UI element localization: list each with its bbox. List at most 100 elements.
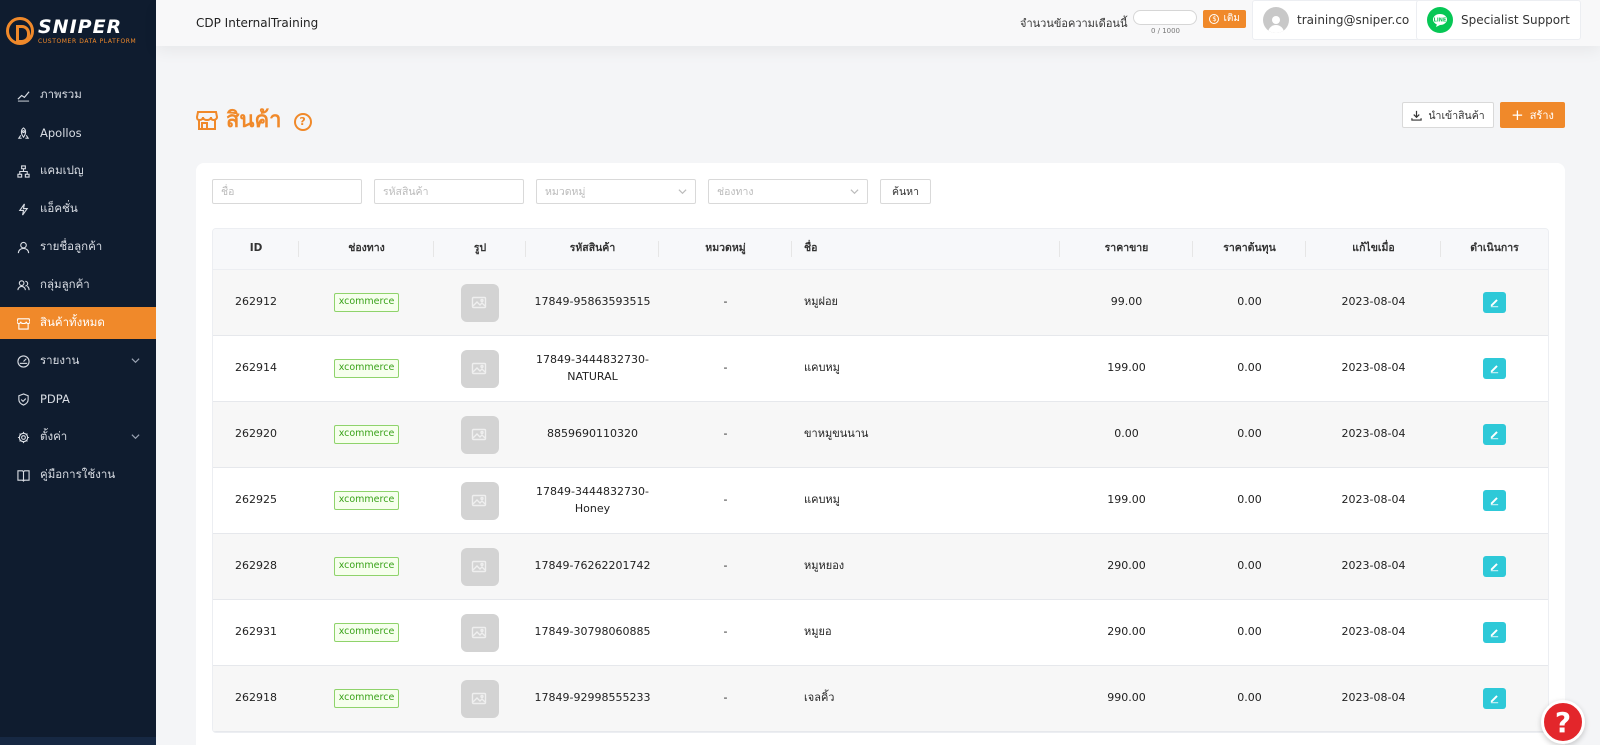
user-avatar-icon	[1268, 16, 1284, 33]
sidebar-item-2[interactable]: แคมเปญ	[0, 152, 156, 190]
help-icon[interactable]: ?	[293, 112, 312, 131]
cell-code: 17849-95863593515	[534, 295, 651, 309]
import-products-button[interactable]: นำเข้าสินค้า	[1402, 102, 1494, 128]
logo-icon	[6, 17, 34, 45]
coin-icon: $	[1209, 13, 1220, 24]
cell-id: 262912	[235, 295, 277, 309]
brand-name: SNIPER	[38, 15, 123, 38]
edit-button[interactable]	[1483, 358, 1506, 379]
user-menu[interactable]: training@sniper.co	[1252, 0, 1421, 40]
sidebar-item-7[interactable]: รายงาน	[0, 342, 156, 380]
cell-cost: 0.00	[1237, 427, 1262, 441]
page-title-text: สินค้า	[226, 108, 282, 133]
edit-button[interactable]	[1483, 556, 1506, 577]
sidebar-item-9[interactable]: ตั้งค่า	[0, 418, 156, 456]
sidebar-item-label: PDPA	[40, 392, 70, 406]
cell-name: แคบหมู	[804, 493, 840, 507]
download-icon	[1411, 110, 1423, 121]
cell-name: แคบหมู	[804, 361, 840, 375]
dashboard-icon	[16, 354, 30, 368]
create-product-button[interactable]: + สร้าง	[1500, 102, 1565, 128]
cell-price: 990.00	[1107, 691, 1146, 705]
col-header-channel: ช่องทาง	[299, 229, 434, 269]
sidebar-item-0[interactable]: ภาพรวม	[0, 76, 156, 114]
table-row: 262918 xcommerce 17849-92998555233 - เจลคิ้ว…	[213, 666, 1548, 732]
edit-icon	[1490, 497, 1499, 506]
table-body: 262912 xcommerce 17849-95863593515 - หมูฝอย 9…	[213, 270, 1548, 732]
edit-button[interactable]	[1483, 622, 1506, 643]
sidebar-item-3[interactable]: แอ็คชั่น	[0, 190, 156, 228]
page-title: สินค้า ?	[196, 102, 312, 137]
edit-button[interactable]	[1483, 490, 1506, 511]
category-select[interactable]: หมวดหมู่	[536, 179, 696, 204]
user-icon	[16, 240, 30, 254]
gear-icon	[16, 430, 30, 444]
product-image-placeholder[interactable]	[461, 613, 499, 652]
edit-button[interactable]	[1483, 424, 1506, 445]
sidebar-item-label: แอ็คชั่น	[40, 201, 78, 215]
cell-id: 262920	[235, 427, 277, 441]
col-header-price: ราคาขาย	[1060, 229, 1193, 269]
table-row: 262925 xcommerce 17849-3444832730-Honey - แค…	[213, 468, 1548, 534]
import-label: นำเข้าสินค้า	[1428, 109, 1485, 122]
cell-cost: 0.00	[1237, 691, 1262, 705]
channel-select[interactable]: ช่องทาง	[708, 179, 868, 204]
edit-icon	[1490, 563, 1499, 572]
cell-id: 262925	[235, 493, 277, 507]
sidebar-item-10[interactable]: คู่มือการใช้งาน	[0, 456, 156, 494]
chevron-down-icon	[131, 430, 140, 444]
topup-label: เติม	[1223, 13, 1240, 24]
lightning-icon	[16, 202, 30, 216]
code-filter-input[interactable]	[374, 179, 524, 204]
edit-button[interactable]	[1483, 292, 1506, 313]
edit-icon	[1490, 695, 1499, 704]
sidebar-item-1[interactable]: Apollos	[0, 114, 156, 152]
col-header-cost: ราคาต้นทุน	[1193, 229, 1306, 269]
topup-button[interactable]: $ เติม	[1203, 9, 1246, 28]
name-filter-input[interactable]	[212, 179, 362, 204]
cell-updated: 2023-08-04	[1341, 361, 1406, 375]
plus-icon: +	[1511, 105, 1524, 124]
col-header-category: หมวดหมู่	[659, 229, 792, 269]
sidebar-item-4[interactable]: รายชื่อลูกค้า	[0, 228, 156, 266]
cell-category: -	[723, 295, 728, 309]
cell-updated: 2023-08-04	[1341, 427, 1406, 441]
search-button[interactable]: ค้นหา	[880, 179, 931, 204]
sitemap-icon	[16, 164, 30, 178]
cell-price: 0.00	[1114, 427, 1139, 441]
channel-tag: xcommerce	[333, 425, 400, 444]
category-select-placeholder: หมวดหมู่	[545, 186, 586, 198]
product-image-placeholder[interactable]	[461, 679, 499, 718]
table-header: ID ช่องทาง รูป รหัสสินค้า หมวดหมู่ ชื่อ …	[213, 229, 1548, 270]
brand-logo[interactable]: SNIPER CUSTOMER DATA PLATFORM	[0, 0, 156, 62]
sidebar-item-5[interactable]: กลุ่มลูกค้า	[0, 266, 156, 304]
edit-button[interactable]	[1483, 688, 1506, 709]
quota-progress-bar	[1133, 10, 1198, 25]
book-icon	[16, 468, 30, 482]
cell-price: 290.00	[1107, 559, 1146, 573]
image-icon	[471, 428, 487, 440]
filter-bar: หมวดหมู่ ช่องทาง ค้นหา	[212, 179, 931, 204]
product-image-placeholder[interactable]	[461, 283, 499, 322]
channel-select-placeholder: ช่องทาง	[717, 186, 754, 198]
table-row: 262920 xcommerce 8859690110320 - ขาหมูขนนาน 0…	[213, 402, 1548, 468]
specialist-support-button[interactable]: LINE Specialist Support	[1416, 0, 1581, 40]
edit-icon	[1490, 299, 1499, 308]
table-row: 262914 xcommerce 17849-3444832730-NATURAL -…	[213, 336, 1548, 402]
create-label: สร้าง	[1529, 109, 1554, 122]
table-row: 262912 xcommerce 17849-95863593515 - หมูฝอย 9…	[213, 270, 1548, 336]
cell-price: 99.00	[1110, 295, 1143, 309]
cell-name: หมูหยอง	[804, 559, 845, 573]
product-image-placeholder[interactable]	[461, 349, 499, 388]
cell-category: -	[723, 559, 728, 573]
sidebar-item-8[interactable]: PDPA	[0, 380, 156, 418]
product-image-placeholder[interactable]	[461, 415, 499, 454]
product-image-placeholder[interactable]	[461, 481, 499, 520]
help-fab-button[interactable]: ?	[1541, 700, 1585, 744]
cell-cost: 0.00	[1237, 559, 1262, 573]
cell-category: -	[723, 493, 728, 507]
cell-name: ขาหมูขนนาน	[804, 427, 869, 441]
product-image-placeholder[interactable]	[461, 547, 499, 586]
cell-name: หมูยอ	[804, 625, 832, 639]
sidebar-item-6[interactable]: สินค้าทั้งหมด	[0, 307, 156, 339]
